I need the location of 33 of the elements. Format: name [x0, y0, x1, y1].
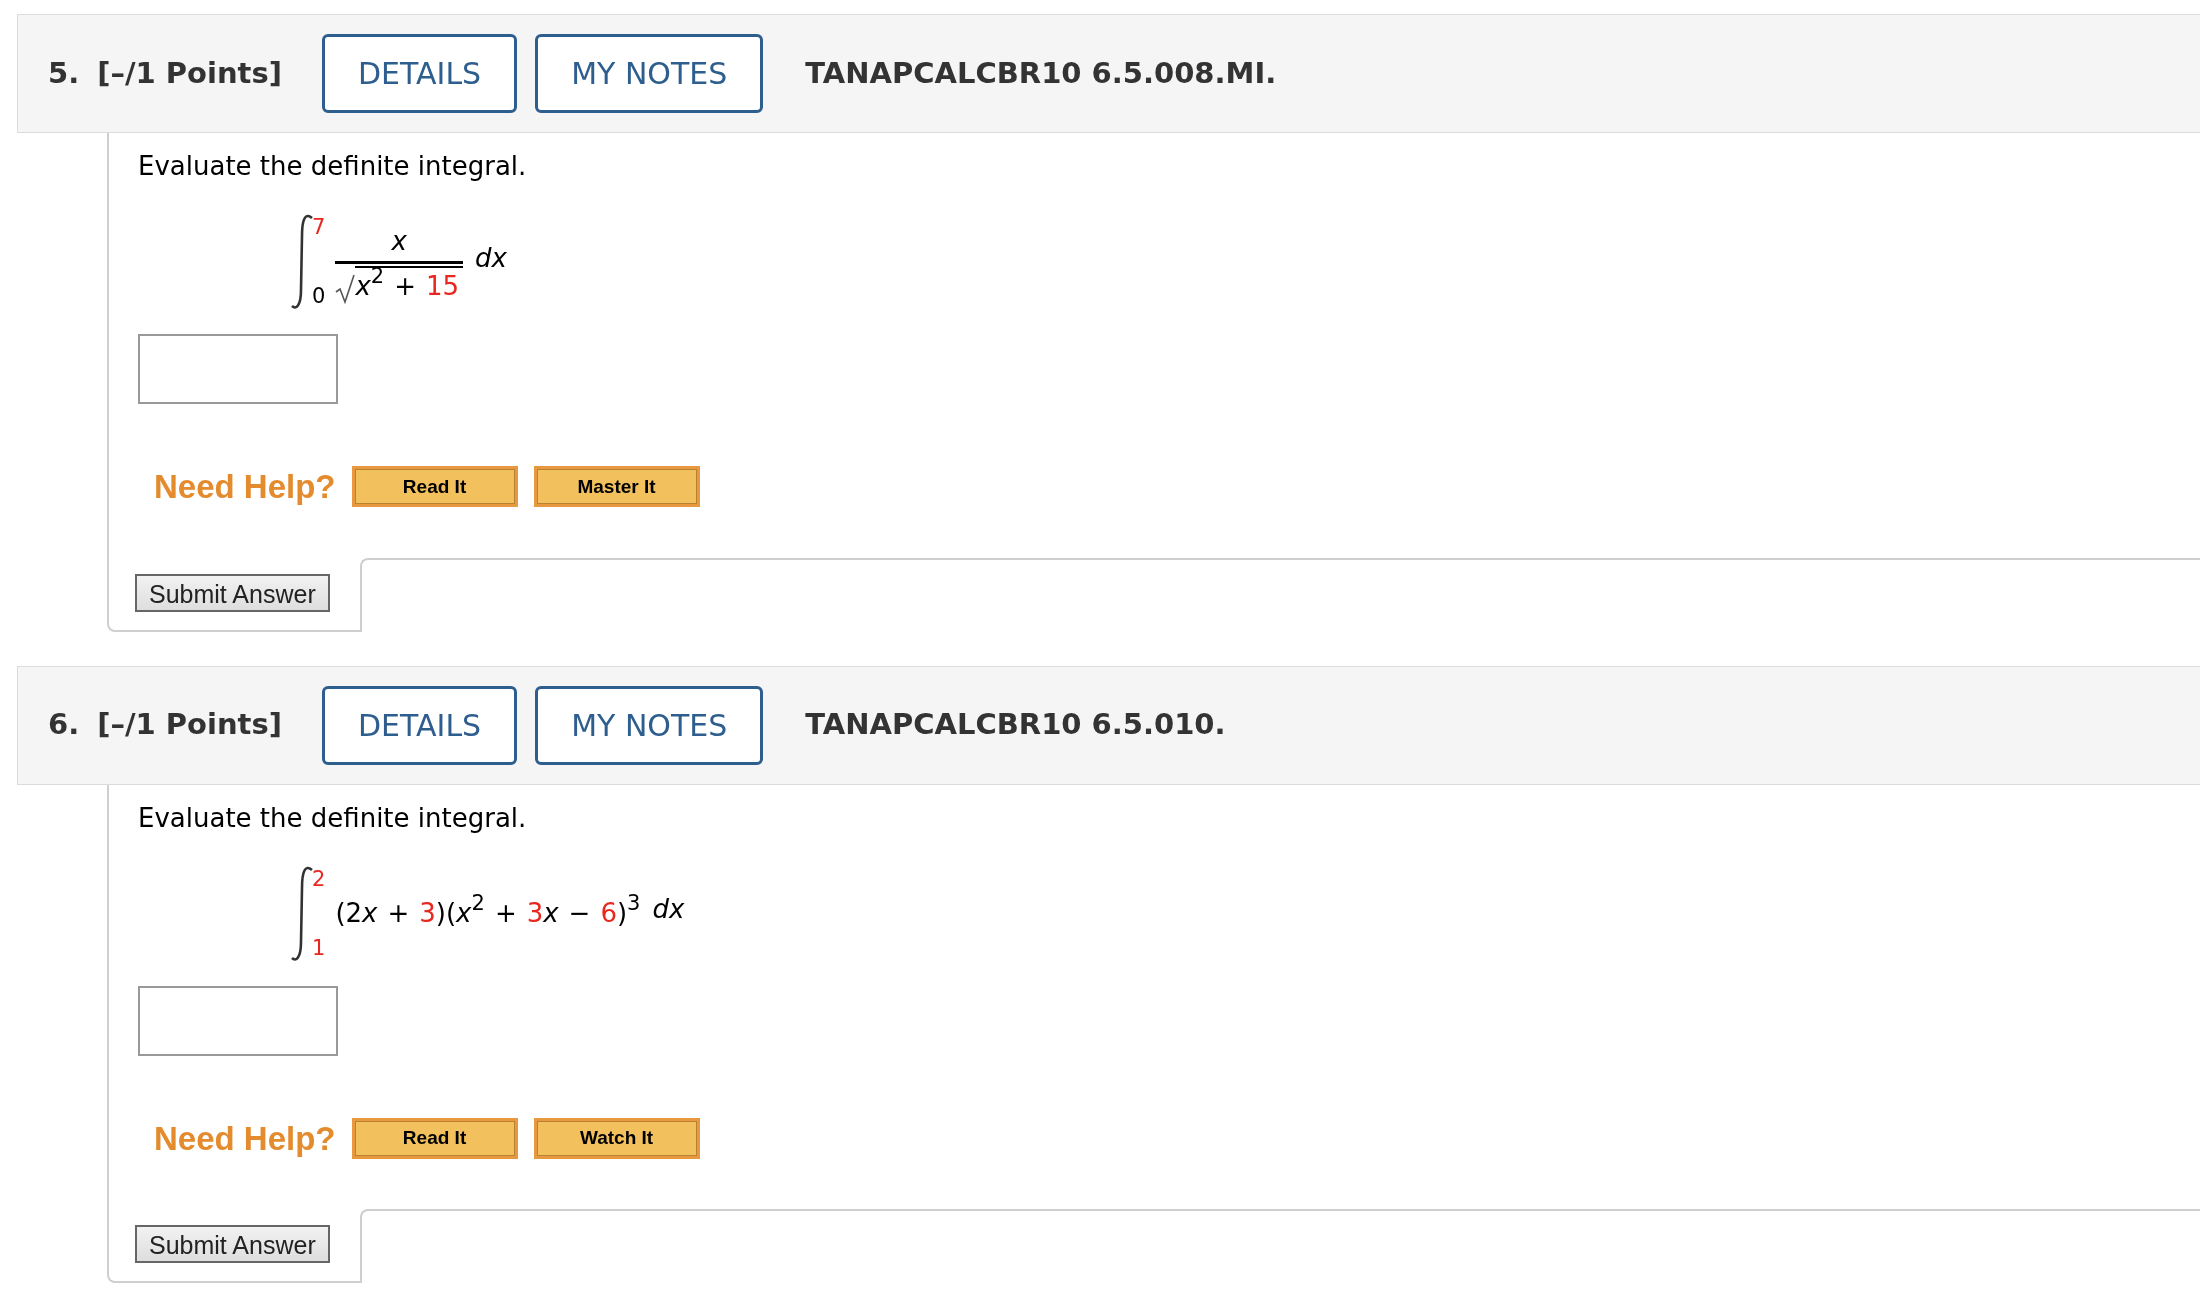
lower-limit: 0: [312, 286, 326, 307]
integral-sign-icon: [290, 214, 314, 310]
points-label: [–/1 Points]: [97, 54, 282, 92]
differential-text: dx: [475, 241, 507, 275]
help-button[interactable]: Read It: [351, 466, 518, 508]
help-button[interactable]: Read It: [351, 1117, 518, 1159]
notes-button[interactable]: MY NOTES: [535, 685, 764, 765]
question-prompt: Evaluate the definite integral.: [138, 801, 528, 835]
answer-field[interactable]: [138, 985, 338, 1056]
help-button[interactable]: Watch It: [533, 1117, 700, 1159]
question-prompt: Evaluate the definite integral.: [138, 150, 528, 183]
integrand-expression: (2x + 3)(x$^{2}$ + 3x − 6)$^{3}$: [335, 894, 641, 930]
radical-sign-icon: [335, 273, 356, 304]
differential-text: dx: [652, 893, 685, 926]
need-help-label: Need Help?: [154, 1118, 336, 1159]
answer-field[interactable]: [138, 334, 338, 404]
submit-answer-button[interactable]: Submit Answer: [135, 1225, 330, 1263]
integral-sign-icon: [290, 865, 314, 962]
problem-code: TANAPCALCBR10 6.5.008.MI.: [805, 54, 1277, 92]
help-button[interactable]: Master It: [533, 466, 700, 508]
upper-limit: 7: [312, 217, 326, 238]
question-number: 6.: [48, 706, 80, 744]
question-number: 5.: [48, 54, 80, 92]
notes-button[interactable]: MY NOTES: [535, 34, 764, 113]
need-help-label: Need Help?: [154, 467, 336, 507]
details-button[interactable]: DETAILS: [321, 34, 518, 113]
points-label: [–/1 Points]: [97, 706, 282, 744]
lower-limit: 1: [312, 937, 326, 959]
numerator-text: x: [391, 224, 407, 258]
problem-code: TANAPCALCBR10 6.5.010.: [805, 706, 1226, 744]
details-button[interactable]: DETAILS: [321, 685, 518, 765]
submit-answer-button[interactable]: Submit Answer: [135, 573, 330, 612]
upper-limit: 2: [312, 868, 326, 890]
